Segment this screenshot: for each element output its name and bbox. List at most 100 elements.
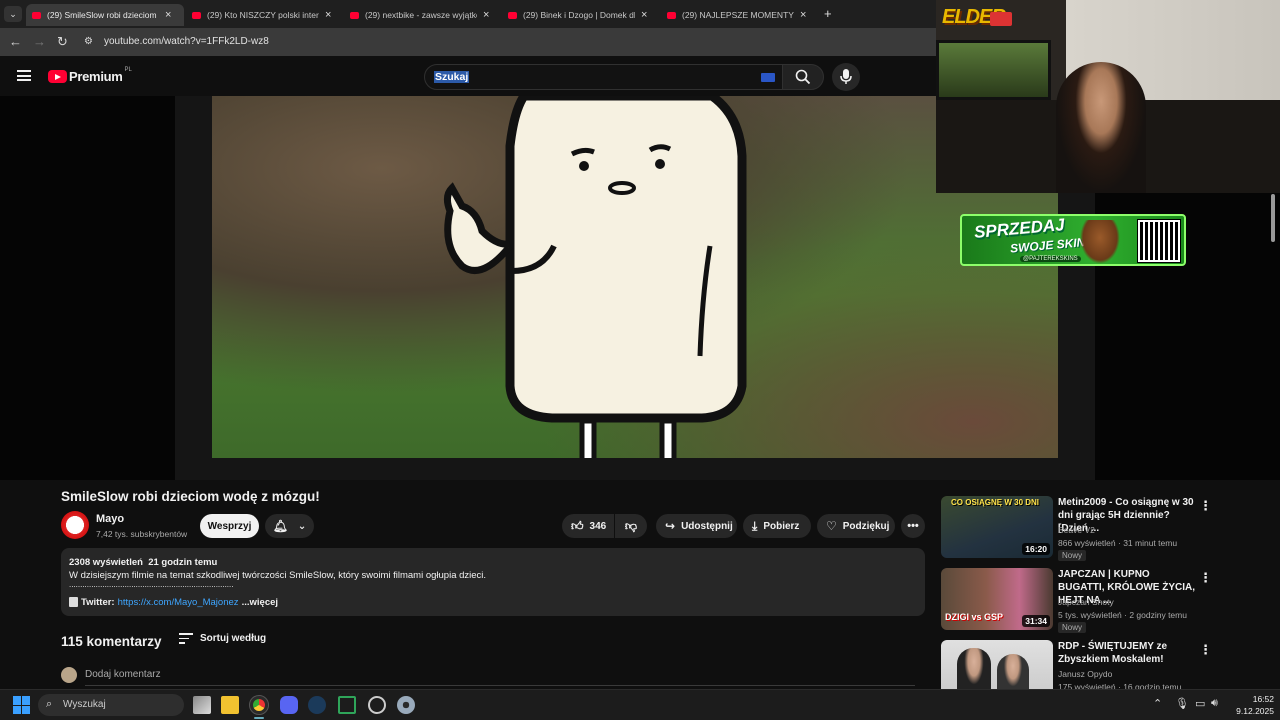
youtube-favicon-icon — [192, 11, 201, 19]
recommended-video[interactable]: CO OSIĄGNĘ W 30 DNI 16:20 Metin2009 - Co… — [941, 496, 1271, 561]
discord-icon[interactable] — [280, 696, 298, 714]
youtube-favicon-icon — [508, 11, 517, 19]
more-vert-icon[interactable]: ⋮ — [1199, 570, 1212, 586]
webcam-aquarium — [936, 40, 1051, 100]
search-button[interactable] — [782, 64, 824, 90]
more-actions-button[interactable]: ••• — [901, 514, 925, 538]
task-view-icon[interactable] — [193, 696, 211, 714]
new-badge: Nowy — [1058, 622, 1087, 633]
region-badge: PL — [124, 66, 132, 73]
memo-icon — [69, 597, 78, 607]
youtube-favicon-icon — [350, 11, 359, 19]
download-button[interactable]: ⤓ Pobierz — [743, 514, 811, 538]
close-tab-icon[interactable]: × — [165, 9, 171, 21]
youtube-favicon-icon — [667, 11, 676, 19]
thanks-button[interactable]: ♡ Podziękuj — [817, 514, 895, 538]
new-badge: Nowy — [1058, 550, 1087, 561]
search-input[interactable]: Szukaj — [424, 64, 784, 90]
twitter-link[interactable]: https://x.com/Mayo_Majonez — [118, 597, 239, 608]
taskbar-clock[interactable]: 16:52 9.12.2025 — [1228, 694, 1274, 716]
youtube-logo[interactable]: Premium PL — [48, 66, 132, 84]
more-vert-icon[interactable]: ⋮ — [1199, 498, 1212, 514]
channel-avatar[interactable] — [61, 511, 89, 539]
windows-start-icon[interactable] — [13, 696, 31, 714]
tab-list-button[interactable]: ⌄ — [4, 6, 22, 22]
thumb-down-icon: 👎︎ — [624, 518, 638, 533]
views-and-date: 2308 wyświetleń 21 godzin temu — [69, 557, 218, 568]
download-icon: ⤓ — [752, 518, 758, 533]
video-title: SmileSlow robi dzieciom wodę z mózgu! — [61, 489, 320, 504]
comments-count: 115 komentarzy — [61, 634, 162, 649]
user-avatar — [61, 667, 77, 683]
share-icon: ↪ — [665, 519, 676, 533]
search-icon — [795, 69, 811, 85]
windows-taskbar: ⌕ Wyszukaj ⌃ 🎙︎ ▭ 🔊︎ 16:52 9.12.2025 — [0, 689, 1280, 720]
browser-tab[interactable]: (29) Kto NISZCZY polski interne × — [186, 4, 344, 26]
taskbar-search[interactable]: ⌕ Wyszukaj — [38, 694, 184, 716]
browser-tab[interactable]: (29) Binek i Dzogo | Domek dla × — [502, 4, 660, 26]
like-button[interactable]: 👍︎ 346 — [562, 514, 614, 538]
active-app-indicator — [254, 717, 264, 719]
support-button[interactable]: Wesprzyj — [200, 514, 259, 538]
streamer-figure — [1056, 62, 1146, 193]
cartoon-character — [443, 96, 747, 458]
steam-icon[interactable] — [308, 696, 326, 714]
hamburger-menu-icon[interactable] — [17, 70, 31, 81]
reload-icon[interactable]: ↻ — [57, 34, 68, 50]
add-comment-input[interactable]: Dodaj komentarz — [85, 669, 161, 680]
video-thumbnail[interactable]: DZIGI vs GSP 31:34 — [941, 568, 1053, 630]
file-explorer-icon[interactable] — [221, 696, 239, 714]
site-info-icon[interactable]: ⚙ — [84, 36, 93, 47]
close-tab-icon[interactable]: × — [325, 9, 331, 21]
dislike-button[interactable]: 👎︎ — [615, 514, 647, 538]
more-dots-icon: ••• — [907, 520, 919, 532]
streamer-logo-badge — [990, 12, 1012, 26]
browser-tab[interactable]: (29) SmileSlow robi dzieciom w × — [26, 4, 184, 26]
sort-icon — [179, 633, 193, 644]
recommended-video[interactable]: DZIGI vs GSP 31:34 JAPCZAN | KUPNO BUGAT… — [941, 568, 1271, 633]
close-tab-icon[interactable]: × — [641, 9, 647, 21]
app-icon[interactable] — [368, 696, 386, 714]
browser-tab[interactable]: (29) NAJLEPSZE MOMENTY PO × — [661, 4, 819, 26]
close-tab-icon[interactable]: × — [483, 9, 489, 21]
twitter-line: Twitter: https://x.com/Mayo_Majonez ...w… — [69, 597, 278, 608]
microphone-icon — [840, 69, 852, 84]
search-icon: ⌕ — [46, 698, 53, 710]
chevron-down-icon: ⌄ — [297, 520, 307, 532]
subscriber-count: 7,42 tys. subskrybentów — [96, 529, 188, 539]
close-tab-icon[interactable]: × — [800, 9, 806, 21]
new-tab-button[interactable]: + — [824, 6, 832, 21]
youtube-play-icon — [48, 70, 67, 83]
tray-mic-icon[interactable]: 🎙︎ — [1175, 697, 1189, 710]
sort-button[interactable]: Sortuj według — [179, 633, 266, 644]
keyboard-icon[interactable] — [761, 73, 775, 82]
url-field[interactable]: youtube.com/watch?v=1FFk2LD-wz8 — [104, 36, 269, 47]
tray-network-icon[interactable]: ▭ — [1195, 697, 1205, 710]
show-more-link[interactable]: ...więcej — [242, 597, 278, 608]
description-box[interactable]: 2308 wyświetleń 21 godzin temu W dzisiej… — [61, 548, 925, 616]
share-button[interactable]: ↪ Udostępnij — [656, 514, 737, 538]
video-frame — [212, 96, 1058, 458]
back-arrow-icon[interactable]: ← — [9, 34, 22, 49]
browser-tab[interactable]: (29) nextbike - zawsze wyjątkow × — [344, 4, 502, 26]
qr-code-icon — [1137, 219, 1181, 263]
channel-name[interactable]: Mayo — [96, 513, 124, 525]
thumb-up-icon: 👍︎ — [571, 518, 584, 533]
promo-banner: SPRZEDAJ SWOJE SKINY @PAJTEREKSKINS — [960, 214, 1186, 266]
settings-gear-icon[interactable] — [397, 696, 415, 714]
excel-icon[interactable] — [338, 696, 356, 714]
subscribed-bell-button[interactable]: 🔔︎ ⌄ — [265, 514, 314, 538]
more-vert-icon[interactable]: ⋮ — [1199, 642, 1212, 658]
dog-mascot — [1080, 220, 1120, 264]
forward-arrow-icon[interactable]: → — [33, 34, 46, 49]
chrome-icon[interactable] — [249, 695, 269, 715]
scrollbar[interactable] — [1271, 194, 1275, 242]
youtube-favicon-icon — [32, 11, 41, 19]
tray-volume-icon[interactable]: 🔊︎ — [1211, 697, 1218, 710]
streamer-webcam: ELDER — [936, 0, 1280, 193]
description-divider: ........................................… — [69, 580, 234, 589]
tray-chevron-icon[interactable]: ⌃ — [1153, 697, 1162, 710]
video-thumbnail[interactable]: CO OSIĄGNĘ W 30 DNI 16:20 — [941, 496, 1053, 558]
comment-underline — [85, 685, 915, 686]
voice-search-button[interactable] — [832, 63, 860, 91]
